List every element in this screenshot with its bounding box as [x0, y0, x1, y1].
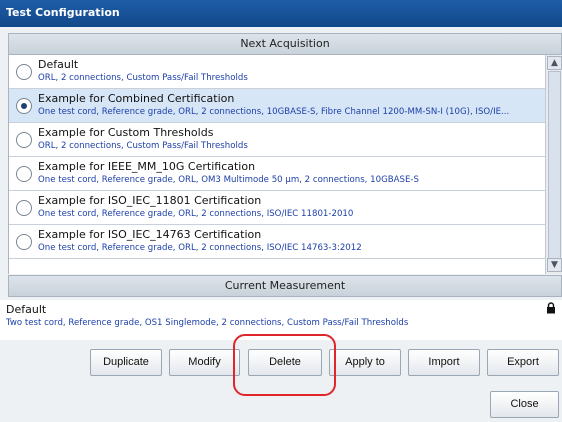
item-description: One test cord, Reference grade, ORL, 2 c…	[38, 107, 510, 117]
current-measurement-header: Current Measurement	[8, 275, 562, 297]
list-item[interactable]: Example for ISO_IEC_11801 Certification …	[9, 191, 545, 225]
annotation-highlight-circle	[233, 334, 336, 396]
apply-to-button[interactable]: Apply to	[329, 349, 401, 376]
list-item[interactable]: Example for ISO_IEC_14763 Certification …	[9, 225, 545, 259]
radio-button[interactable]	[16, 200, 32, 216]
item-title: Example for IEEE_MM_10G Certification	[38, 160, 256, 173]
item-description: ORL, 2 connections, Custom Pass/Fail Thr…	[38, 73, 248, 83]
configuration-list: Default ORL, 2 connections, Custom Pass/…	[8, 55, 545, 274]
modify-button[interactable]: Modify	[169, 349, 240, 376]
chevron-up-icon[interactable]: ▲	[547, 56, 562, 70]
close-button[interactable]: Close	[490, 391, 559, 418]
window-title: Test Configuration	[0, 0, 562, 27]
chevron-down-icon[interactable]: ▼	[547, 258, 562, 272]
import-button[interactable]: Import	[408, 349, 480, 376]
current-description: Two test cord, Reference grade, OS1 Sing…	[6, 318, 409, 328]
list-item[interactable]: Example for Custom Thresholds ORL, 2 con…	[9, 123, 545, 157]
item-title: Example for ISO_IEC_14763 Certification	[38, 228, 262, 241]
radio-button[interactable]	[16, 64, 32, 80]
list-item[interactable]: Example for IEEE_MM_10G Certification On…	[9, 157, 545, 191]
duplicate-button[interactable]: Duplicate	[90, 349, 162, 376]
item-title: Example for ISO_IEC_11801 Certification	[38, 194, 262, 207]
item-description: One test cord, Reference grade, ORL, 2 c…	[38, 209, 354, 219]
list-scrollbar[interactable]: ▲ ▼	[545, 55, 562, 274]
current-title: Default	[6, 303, 47, 316]
item-title: Default	[38, 58, 79, 71]
item-description: ORL, 2 connections, Custom Pass/Fail Thr…	[38, 141, 248, 151]
item-title: Example for Custom Thresholds	[38, 126, 214, 139]
next-acquisition-header: Next Acquisition	[8, 33, 562, 55]
radio-button[interactable]	[16, 166, 32, 182]
radio-button[interactable]	[16, 132, 32, 148]
radio-button[interactable]	[16, 98, 32, 114]
item-description: One test cord, Reference grade, ORL, OM3…	[38, 175, 419, 185]
lock-icon	[547, 302, 555, 314]
item-title: Example for Combined Certification	[38, 92, 235, 105]
item-description: One test cord, Reference grade, ORL, 2 c…	[38, 243, 362, 253]
list-item[interactable]: Default ORL, 2 connections, Custom Pass/…	[9, 55, 545, 89]
test-configuration-dialog: Next Acquisition ▲ ▼ Default ORL, 2 conn…	[0, 27, 562, 422]
scroll-thumb[interactable]	[548, 71, 561, 259]
export-button[interactable]: Export	[487, 349, 559, 376]
list-item[interactable]: Example for Combined Certification One t…	[9, 89, 545, 123]
radio-button[interactable]	[16, 234, 32, 250]
